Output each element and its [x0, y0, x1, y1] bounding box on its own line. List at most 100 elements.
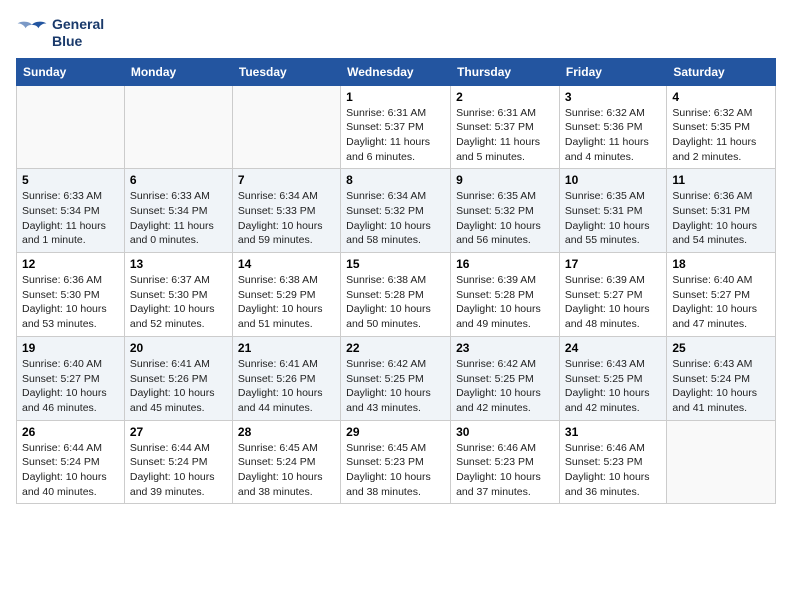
- day-info: Sunrise: 6:45 AM Sunset: 5:23 PM Dayligh…: [346, 441, 445, 500]
- day-number: 17: [565, 257, 661, 271]
- day-number: 19: [22, 341, 119, 355]
- day-number: 9: [456, 173, 554, 187]
- calendar-cell: [17, 85, 125, 169]
- calendar-cell: 20Sunrise: 6:41 AM Sunset: 5:26 PM Dayli…: [124, 336, 232, 420]
- day-info: Sunrise: 6:46 AM Sunset: 5:23 PM Dayligh…: [456, 441, 554, 500]
- day-info: Sunrise: 6:44 AM Sunset: 5:24 PM Dayligh…: [130, 441, 227, 500]
- day-number: 28: [238, 425, 335, 439]
- calendar-cell: 5Sunrise: 6:33 AM Sunset: 5:34 PM Daylig…: [17, 169, 125, 253]
- day-number: 30: [456, 425, 554, 439]
- day-info: Sunrise: 6:38 AM Sunset: 5:28 PM Dayligh…: [346, 273, 445, 332]
- calendar-cell: 3 Sunrise: 6:32 AM Sunset: 5:36 PM Daylig…: [559, 85, 666, 169]
- calendar-cell: 14 Sunrise: 6:38 AM Sunset: 5:29 PM Dayli…: [232, 253, 340, 337]
- calendar-cell: 16 Sunrise: 6:39 AM Sunset: 5:28 PM Dayli…: [451, 253, 560, 337]
- calendar-cell: 23 Sunrise: 6:42 AM Sunset: 5:25 PM Dayli…: [451, 336, 560, 420]
- day-info: Sunrise: 6:38 AM Sunset: 5:29 PM Dayligh…: [238, 273, 335, 332]
- column-header-monday: Monday: [124, 58, 232, 85]
- page-header: General Blue: [16, 16, 776, 50]
- day-info: Sunrise: 6:43 AM Sunset: 5:24 PM Dayligh…: [672, 357, 770, 416]
- day-info: Sunrise: 6:39 AM Sunset: 5:27 PM Dayligh…: [565, 273, 661, 332]
- day-info: Sunrise: 6:35 AM Sunset: 5:32 PM Dayligh…: [456, 189, 554, 248]
- calendar-cell: 17 Sunrise: 6:39 AM Sunset: 5:27 PM Dayli…: [559, 253, 666, 337]
- day-info: Sunrise: 6:39 AM Sunset: 5:28 PM Dayligh…: [456, 273, 554, 332]
- day-info: Sunrise: 6:34 AM Sunset: 5:33 PM Dayligh…: [238, 189, 335, 248]
- calendar-cell: 29Sunrise: 6:45 AM Sunset: 5:23 PM Dayli…: [341, 420, 451, 504]
- day-number: 25: [672, 341, 770, 355]
- logo-icon: [16, 17, 48, 49]
- day-number: 20: [130, 341, 227, 355]
- day-info: Sunrise: 6:36 AM Sunset: 5:30 PM Dayligh…: [22, 273, 119, 332]
- day-info: Sunrise: 6:35 AM Sunset: 5:31 PM Dayligh…: [565, 189, 661, 248]
- day-number: 7: [238, 173, 335, 187]
- day-number: 3: [565, 90, 661, 104]
- calendar-cell: 15 Sunrise: 6:38 AM Sunset: 5:28 PM Dayli…: [341, 253, 451, 337]
- calendar-week-row: 1 Sunrise: 6:31 AM Sunset: 5:37 PM Daylig…: [17, 85, 776, 169]
- day-info: Sunrise: 6:40 AM Sunset: 5:27 PM Dayligh…: [672, 273, 770, 332]
- calendar-table: SundayMondayTuesdayWednesdayThursdayFrid…: [16, 58, 776, 505]
- calendar-week-row: 12 Sunrise: 6:36 AM Sunset: 5:30 PM Dayli…: [17, 253, 776, 337]
- day-number: 8: [346, 173, 445, 187]
- day-number: 16: [456, 257, 554, 271]
- column-header-tuesday: Tuesday: [232, 58, 340, 85]
- calendar-week-row: 5 Sunrise: 6:33 AM Sunset: 5:34 PM Daylig…: [17, 169, 776, 253]
- column-header-saturday: Saturday: [667, 58, 776, 85]
- day-number: 10: [565, 173, 661, 187]
- calendar-cell: 28Sunrise: 6:45 AM Sunset: 5:24 PM Dayli…: [232, 420, 340, 504]
- day-number: 14: [238, 257, 335, 271]
- day-number: 4: [672, 90, 770, 104]
- day-info: Sunrise: 6:44 AM Sunset: 5:24 PM Dayligh…: [22, 441, 119, 500]
- calendar-cell: 12 Sunrise: 6:36 AM Sunset: 5:30 PM Dayli…: [17, 253, 125, 337]
- calendar-cell: 4 Sunrise: 6:32 AM Sunset: 5:35 PM Daylig…: [667, 85, 776, 169]
- column-header-friday: Friday: [559, 58, 666, 85]
- calendar-cell: 26 Sunrise: 6:44 AM Sunset: 5:24 PM Dayli…: [17, 420, 125, 504]
- calendar-cell: 31Sunrise: 6:46 AM Sunset: 5:23 PM Dayli…: [559, 420, 666, 504]
- calendar-cell: 25 Sunrise: 6:43 AM Sunset: 5:24 PM Dayli…: [667, 336, 776, 420]
- calendar-cell: 13 Sunrise: 6:37 AM Sunset: 5:30 PM Dayli…: [124, 253, 232, 337]
- day-number: 11: [672, 173, 770, 187]
- day-number: 24: [565, 341, 661, 355]
- calendar-cell: 24 Sunrise: 6:43 AM Sunset: 5:25 PM Dayli…: [559, 336, 666, 420]
- day-info: Sunrise: 6:46 AM Sunset: 5:23 PM Dayligh…: [565, 441, 661, 500]
- calendar-cell: [667, 420, 776, 504]
- calendar-cell: 1Sunrise: 6:31 AM Sunset: 5:37 PM Daylig…: [341, 85, 451, 169]
- day-info: Sunrise: 6:41 AM Sunset: 5:26 PM Dayligh…: [238, 357, 335, 416]
- calendar-cell: 2 Sunrise: 6:31 AM Sunset: 5:37 PM Daylig…: [451, 85, 560, 169]
- calendar-cell: 11 Sunrise: 6:36 AM Sunset: 5:31 PM Dayli…: [667, 169, 776, 253]
- column-header-thursday: Thursday: [451, 58, 560, 85]
- logo-text: General Blue: [52, 16, 104, 50]
- calendar-cell: 27 Sunrise: 6:44 AM Sunset: 5:24 PM Dayli…: [124, 420, 232, 504]
- day-info: Sunrise: 6:31 AM Sunset: 5:37 PM Dayligh…: [456, 106, 554, 165]
- day-number: 26: [22, 425, 119, 439]
- day-number: 15: [346, 257, 445, 271]
- day-number: 21: [238, 341, 335, 355]
- calendar-cell: [124, 85, 232, 169]
- calendar-cell: 22 Sunrise: 6:42 AM Sunset: 5:25 PM Dayli…: [341, 336, 451, 420]
- day-number: 27: [130, 425, 227, 439]
- column-header-wednesday: Wednesday: [341, 58, 451, 85]
- day-number: 12: [22, 257, 119, 271]
- day-number: 5: [22, 173, 119, 187]
- day-info: Sunrise: 6:43 AM Sunset: 5:25 PM Dayligh…: [565, 357, 661, 416]
- calendar-cell: 10 Sunrise: 6:35 AM Sunset: 5:31 PM Dayli…: [559, 169, 666, 253]
- calendar-header-row: SundayMondayTuesdayWednesdayThursdayFrid…: [17, 58, 776, 85]
- day-info: Sunrise: 6:32 AM Sunset: 5:36 PM Dayligh…: [565, 106, 661, 165]
- calendar-cell: 9 Sunrise: 6:35 AM Sunset: 5:32 PM Daylig…: [451, 169, 560, 253]
- calendar-cell: 19Sunrise: 6:40 AM Sunset: 5:27 PM Dayli…: [17, 336, 125, 420]
- day-number: 2: [456, 90, 554, 104]
- day-info: Sunrise: 6:33 AM Sunset: 5:34 PM Dayligh…: [130, 189, 227, 248]
- day-number: 13: [130, 257, 227, 271]
- calendar-cell: 7 Sunrise: 6:34 AM Sunset: 5:33 PM Daylig…: [232, 169, 340, 253]
- day-info: Sunrise: 6:42 AM Sunset: 5:25 PM Dayligh…: [456, 357, 554, 416]
- calendar-cell: 30 Sunrise: 6:46 AM Sunset: 5:23 PM Dayli…: [451, 420, 560, 504]
- day-info: Sunrise: 6:37 AM Sunset: 5:30 PM Dayligh…: [130, 273, 227, 332]
- day-info: Sunrise: 6:36 AM Sunset: 5:31 PM Dayligh…: [672, 189, 770, 248]
- calendar-cell: 8 Sunrise: 6:34 AM Sunset: 5:32 PM Daylig…: [341, 169, 451, 253]
- day-number: 22: [346, 341, 445, 355]
- day-number: 1: [346, 90, 445, 104]
- day-number: 23: [456, 341, 554, 355]
- day-info: Sunrise: 6:34 AM Sunset: 5:32 PM Dayligh…: [346, 189, 445, 248]
- calendar-cell: 21 Sunrise: 6:41 AM Sunset: 5:26 PM Dayli…: [232, 336, 340, 420]
- column-header-sunday: Sunday: [17, 58, 125, 85]
- day-info: Sunrise: 6:42 AM Sunset: 5:25 PM Dayligh…: [346, 357, 445, 416]
- day-info: Sunrise: 6:32 AM Sunset: 5:35 PM Dayligh…: [672, 106, 770, 165]
